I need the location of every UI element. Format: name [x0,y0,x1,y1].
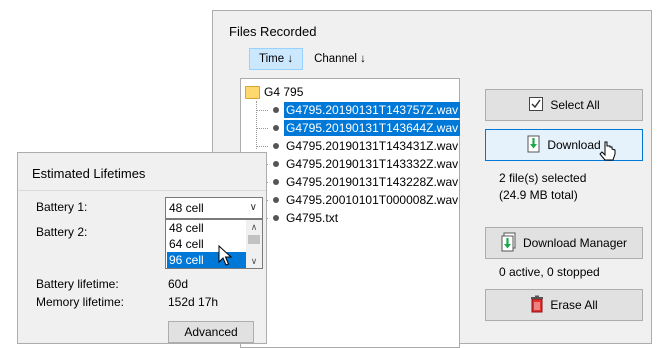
file-label: G4795.20190131T143431Z.wav [286,139,459,153]
scroll-down-icon[interactable]: ∨ [246,254,262,268]
download-manager-button[interactable]: Download Manager [485,227,643,259]
file-node-icon [273,125,279,131]
tree-connector [256,145,268,147]
download-button[interactable]: Download [485,129,643,161]
folder-icon [245,85,260,99]
tree-file-item[interactable]: G4795.20190131T143332Z.wav [256,155,460,173]
sort-by-channel-tab[interactable]: Channel ↓ [305,49,375,69]
battery-lifetime-label: Battery lifetime: [36,277,119,291]
memory-lifetime-label: Memory lifetime: [36,295,125,309]
file-node-icon [273,143,279,149]
mouse-cursor-icon [599,141,617,168]
option-48-cell[interactable]: 48 cell [167,220,246,236]
tree-connector [256,127,268,129]
select-all-label: Select All [550,98,600,112]
tree-file-item[interactable]: G4795.20190131T143431Z.wav [256,137,460,155]
scroll-thumb[interactable] [248,235,260,244]
advanced-button[interactable]: Advanced [168,321,254,343]
estimated-lifetimes-title: Estimated Lifetimes [32,166,146,181]
tree-connector [256,109,268,111]
file-label: G4795.20010101T000008Z.wav [286,193,459,207]
files-recorded-panel: Files Recorded Time ↓ Channel ↓ G4 795 G… [212,10,652,348]
selection-size-text: (24.9 MB total) [499,188,578,202]
file-label: G4795.20190131T143228Z.wav [286,175,459,189]
erase-all-button[interactable]: Erase All [485,289,643,321]
tree-file-item[interactable]: G4795.20190131T143757Z.wav [256,101,461,119]
battery1-select[interactable]: 48 cell ∨ [165,197,263,219]
file-node-icon [273,197,279,203]
battery1-label: Battery 1: [36,200,88,214]
battery-options-dropdown[interactable]: 48 cell 64 cell 96 cell ∧ ∨ [165,219,263,269]
file-label: G4795.20190131T143757Z.wav [284,102,461,118]
file-node-icon [273,107,279,113]
erase-all-label: Erase All [550,298,598,312]
estimated-lifetimes-panel: Estimated Lifetimes Battery 1: 48 cell ∨… [17,152,267,344]
file-tree[interactable]: G4 795 G4795.20190131T143757Z.wav G4795.… [240,78,461,348]
tree-root-folder[interactable]: G4 795 [245,83,303,101]
divider [18,190,266,191]
option-64-cell[interactable]: 64 cell [167,236,246,252]
scroll-up-icon[interactable]: ∧ [246,220,262,234]
checkbox-icon [528,96,544,115]
battery-lifetime-value: 60d [168,277,189,291]
battery1-selected-value: 48 cell [169,201,204,215]
tree-file-item[interactable]: G4795.20190131T143228Z.wav [256,173,460,191]
tree-file-item[interactable]: G4795.20190131T143644Z.wav [256,119,461,137]
file-node-icon [273,161,279,167]
download-label: Download [547,138,601,152]
sort-tabs: Time ↓ Channel ↓ [249,48,377,70]
memory-lifetime-value: 152d 17h [168,295,219,309]
trash-icon [530,295,544,316]
selection-count-text: 2 file(s) selected [499,171,587,185]
option-96-cell[interactable]: 96 cell [167,252,246,268]
download-icon [527,135,541,156]
tree-file-item[interactable]: G4795.20010101T000008Z.wav [256,191,460,209]
file-node-icon [273,215,279,221]
download-status-text: 0 active, 0 stopped [499,265,600,279]
file-label: G4795.20190131T143332Z.wav [286,157,459,171]
download-manager-label: Download Manager [522,236,628,250]
tree-file-item[interactable]: G4795.txt [256,209,340,227]
download-manager-icon [501,232,517,255]
select-all-button[interactable]: Select All [485,89,643,121]
file-node-icon [273,179,279,185]
file-label: G4795.txt [286,211,339,225]
chevron-down-icon: ∨ [249,202,257,213]
dropdown-scrollbar[interactable]: ∧ ∨ [246,220,262,268]
tree-root-label: G4 795 [264,85,304,99]
sort-by-time-tab[interactable]: Time ↓ [249,48,304,70]
file-label: G4795.20190131T143644Z.wav [284,120,461,136]
mouse-cursor-icon [218,244,234,270]
battery2-label: Battery 2: [36,225,88,239]
files-recorded-title: Files Recorded [229,24,317,39]
